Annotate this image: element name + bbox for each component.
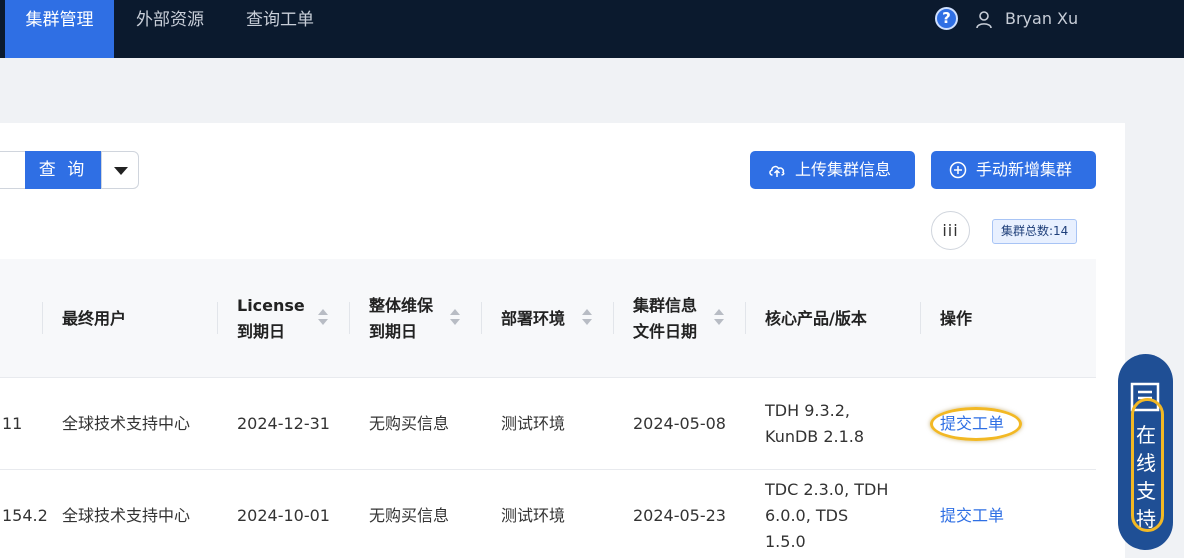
column-divider — [481, 302, 482, 334]
search-options-dropdown[interactable] — [101, 151, 139, 189]
user-name[interactable]: Bryan Xu — [1005, 9, 1078, 28]
upload-button-label: 上传集群信息 — [795, 160, 892, 179]
cell-file-date: 2024-05-23 — [633, 506, 726, 525]
online-support-button[interactable]: 在线支持 — [1118, 354, 1173, 550]
tab-query-tickets[interactable]: 查询工单 — [226, 0, 334, 58]
sort-icon[interactable] — [582, 309, 592, 327]
cell-maintenance: 无购买信息 — [369, 414, 450, 433]
header-end-user: 最终用户 — [62, 308, 127, 328]
table-row: 154.2 全球技术支持中心 2024-10-01 无购买信息 测试环境 202… — [0, 470, 1096, 558]
search-input[interactable] — [0, 151, 26, 189]
user-icon — [976, 11, 992, 29]
sort-icon[interactable] — [318, 309, 328, 327]
column-divider — [920, 302, 921, 334]
document-icon — [1130, 382, 1160, 412]
cloud-upload-icon — [769, 165, 785, 177]
header-core-products: 核心产品/版本 — [765, 308, 867, 328]
sort-icon[interactable] — [450, 309, 460, 327]
header-license-expiry[interactable]: License 到期日 — [237, 259, 305, 378]
add-cluster-button[interactable]: 手动新增集群 — [931, 151, 1096, 189]
add-button-label: 手动新增集群 — [976, 160, 1073, 179]
column-divider — [745, 302, 746, 334]
column-divider — [613, 302, 614, 334]
help-icon[interactable]: ? — [935, 7, 958, 30]
upload-cluster-info-button[interactable]: 上传集群信息 — [750, 151, 915, 189]
caret-down-icon — [114, 167, 128, 175]
column-settings-button[interactable]: iii — [931, 211, 970, 250]
cell-license-expiry: 2024-10-01 — [237, 506, 330, 525]
column-divider — [349, 302, 350, 334]
submit-ticket-link[interactable]: 提交工单 — [940, 378, 1004, 470]
header-deploy-env[interactable]: 部署环境 — [501, 259, 565, 378]
cell-core-products: TDC 2.3.0, TDH 6.0.0, TDS 1.5.0 — [765, 480, 889, 551]
online-support-label: 在线支持 — [1136, 423, 1156, 531]
table-row: 11 全球技术支持中心 2024-12-31 无购买信息 测试环境 2024-0… — [0, 378, 1096, 470]
cell-maintenance: 无购买信息 — [369, 506, 450, 525]
cell-cluster-id: 154.2 — [2, 506, 48, 525]
cell-end-user: 全球技术支持中心 — [62, 506, 191, 525]
plus-circle-icon — [949, 161, 967, 179]
cell-deploy-env: 测试环境 — [501, 506, 566, 525]
column-divider — [42, 302, 43, 334]
tab-external-resources[interactable]: 外部资源 — [114, 0, 226, 58]
header-maintenance-expiry[interactable]: 整体维保 到期日 — [369, 259, 433, 378]
header-actions: 操作 — [940, 308, 973, 328]
header-file-date[interactable]: 集群信息 文件日期 — [633, 259, 697, 378]
cell-deploy-env: 测试环境 — [501, 414, 566, 433]
sort-icon[interactable] — [714, 309, 724, 327]
search-button[interactable]: 查 询 — [25, 151, 101, 189]
tab-cluster-management[interactable]: 集群管理 — [5, 0, 114, 58]
cell-cluster-id: 11 — [2, 414, 23, 433]
top-nav-bar: 集群管理 外部资源 查询工单 ? Bryan Xu — [0, 0, 1184, 58]
cell-core-products: TDH 9.3.2, KunDB 2.1.8 — [765, 401, 865, 446]
table-header: 最终用户 License 到期日 整体维保 到期日 部署环境 集群信息 文件日期… — [0, 259, 1096, 378]
cluster-total-badge: 集群总数:14 — [992, 219, 1078, 244]
cell-end-user: 全球技术支持中心 — [62, 414, 191, 433]
cell-license-expiry: 2024-12-31 — [237, 414, 330, 433]
submit-ticket-link[interactable]: 提交工单 — [940, 470, 1004, 558]
cell-file-date: 2024-05-08 — [633, 414, 726, 433]
column-divider — [217, 302, 218, 334]
